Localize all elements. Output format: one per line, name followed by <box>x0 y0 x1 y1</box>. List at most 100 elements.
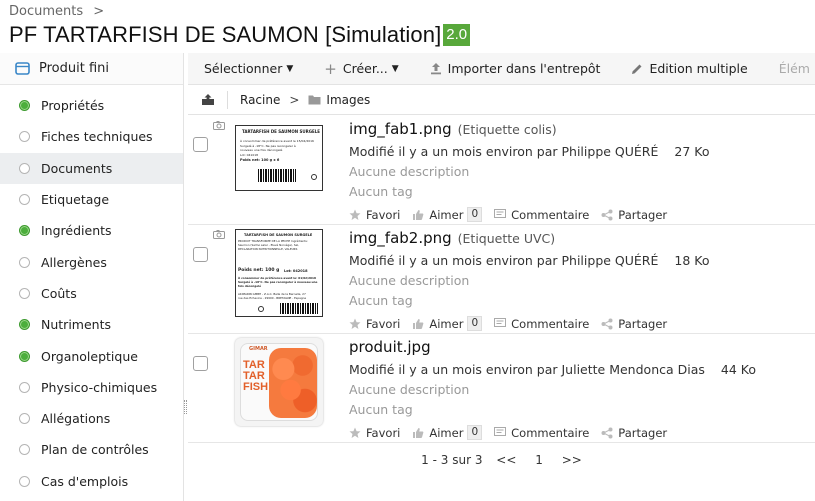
document-row: GIMAR TAR TAR FISH produit.jpg Modifié i… <box>188 334 815 443</box>
import-button[interactable]: Importer dans l'entrepôt <box>414 61 616 76</box>
document-type-tag: (Etiquette UVC) <box>457 231 556 246</box>
favorite-button[interactable]: Favori <box>349 317 400 331</box>
status-pending-icon <box>19 194 30 206</box>
sidebar-resize-handle[interactable] <box>184 400 187 414</box>
document-actions: Favori Aimer 0 Commentaire Partager <box>349 425 679 440</box>
like-button[interactable]: Aimer 0 <box>412 425 483 440</box>
multi-edit-label: Edition multiple <box>649 61 748 76</box>
comment-button[interactable]: Commentaire <box>494 426 589 440</box>
thumbs-up-icon <box>413 209 424 220</box>
document-thumbnail[interactable]: GIMAR TAR TAR FISH <box>235 338 323 426</box>
create-button[interactable]: + Créer... ▼ <box>308 60 413 78</box>
sidebar: Produit fini Propriétés Fiches technique… <box>0 53 184 501</box>
title-row: PF TARTARFISH DE SAUMON [Simulation] 2.0 <box>9 22 471 48</box>
label-text: Poids net: 100 g x 6 <box>240 158 280 162</box>
multi-edit-button[interactable]: Edition multiple <box>615 61 762 76</box>
status-done-icon <box>19 100 30 112</box>
status-done-icon <box>19 350 30 362</box>
sidebar-header: Produit fini <box>0 53 183 85</box>
share-icon <box>601 209 613 220</box>
pagination-page-1[interactable]: 1 <box>535 453 543 467</box>
status-pending-icon <box>19 381 30 393</box>
sidebar-item-couts[interactable]: Coûts <box>0 278 183 309</box>
select-label: Sélectionner <box>204 61 283 76</box>
comment-label: Commentaire <box>511 316 590 331</box>
pagination: 1 - 3 sur 3 << 1 >> <box>188 453 815 473</box>
document-size: 18 Ko <box>674 253 710 268</box>
elements-button[interactable]: Élém <box>763 61 815 76</box>
sidebar-item-allergenes[interactable]: Allergènes <box>0 246 183 277</box>
label-text: À consommer de préférence avant le 15/04… <box>240 139 314 143</box>
upload-icon <box>430 63 441 75</box>
page-header: Documents > PF TARTARFISH DE SAUMON [Sim… <box>0 0 815 52</box>
comment-label: Commentaire <box>511 207 590 222</box>
document-name-link[interactable]: img_fab2.png (Etiquette UVC) <box>349 229 555 247</box>
sidebar-item-organoleptique[interactable]: Organoleptique <box>0 340 183 371</box>
document-thumbnail[interactable]: TARTARFISH DE SAUMON SURGELE PRODUIT TRA… <box>235 229 323 317</box>
share-button[interactable]: Partager <box>601 426 667 440</box>
star-icon <box>349 209 361 220</box>
favorite-button[interactable]: Favori <box>349 426 400 440</box>
sidebar-item-physico-chimiques[interactable]: Physico-chimiques <box>0 372 183 403</box>
document-thumbnail[interactable]: TARTARFISH DE SAUMON SURGELE À consommer… <box>235 125 323 191</box>
label-text: DECLARATION NUTRITIONNELLE, VALEURS <box>238 247 298 251</box>
sidebar-header-label: Produit fini <box>39 61 109 76</box>
pagination-prev-button[interactable]: << <box>496 453 516 467</box>
folder-up-icon <box>201 93 214 105</box>
camera-icon <box>213 230 225 239</box>
sidebar-item-cas-d-emplois[interactable]: Cas d'emplois <box>0 466 183 497</box>
star-icon <box>349 318 361 329</box>
share-button[interactable]: Partager <box>601 208 667 222</box>
product-name: TAR TAR FISH <box>243 360 268 393</box>
document-name-link[interactable]: produit.jpg <box>349 338 437 356</box>
document-name-link[interactable]: img_fab1.png (Etiquette colis) <box>349 120 557 138</box>
select-button[interactable]: Sélectionner ▼ <box>188 61 308 76</box>
folder-up-button[interactable] <box>188 90 228 109</box>
label-heading: TARTARFISH DE SAUMON SURGELE <box>242 129 321 134</box>
label-weight: Poids net: 100 g <box>238 268 280 273</box>
sidebar-nav: Propriétés Fiches techniques Documents E… <box>0 85 183 497</box>
breadcrumb-documents-link[interactable]: Documents <box>9 4 83 19</box>
path-bar: Racine > Images <box>188 85 815 115</box>
breadcrumb-separator: > <box>93 4 105 19</box>
create-label: Créer... <box>342 61 388 76</box>
path-current-folder[interactable]: Images <box>308 93 370 107</box>
status-done-icon <box>19 319 30 331</box>
sidebar-item-label: Cas d'emplois <box>41 473 129 489</box>
status-pending-icon <box>19 475 30 487</box>
comment-label: Commentaire <box>511 425 590 440</box>
star-icon <box>349 427 361 438</box>
elements-label: Élém <box>778 61 810 76</box>
like-label: Aimer <box>429 207 464 222</box>
row-checkbox[interactable] <box>193 137 208 152</box>
sidebar-item-fiches-techniques[interactable]: Fiches techniques <box>0 121 183 152</box>
caret-down-icon: ▼ <box>286 63 294 74</box>
folder-icon <box>308 95 321 105</box>
like-label: Aimer <box>429 316 464 331</box>
sidebar-item-nutriments[interactable]: Nutriments <box>0 309 183 340</box>
favorite-button[interactable]: Favori <box>349 208 400 222</box>
sidebar-item-label: Allégations <box>41 411 111 427</box>
path-root-link[interactable]: Racine <box>240 93 280 107</box>
sidebar-item-plan-de-controles[interactable]: Plan de contrôles <box>0 434 183 465</box>
comment-button[interactable]: Commentaire <box>494 317 589 331</box>
sidebar-item-ingredients[interactable]: Ingrédients <box>0 215 183 246</box>
status-pending-icon <box>19 287 30 299</box>
share-button[interactable]: Partager <box>601 317 667 331</box>
document-description: Aucune description <box>349 382 470 397</box>
sidebar-item-documents[interactable]: Documents <box>0 152 183 184</box>
like-button[interactable]: Aimer 0 <box>412 316 483 331</box>
comment-icon <box>494 427 507 436</box>
document-meta: Modifié il y a un mois environ par Phili… <box>349 253 710 268</box>
row-checkbox[interactable] <box>193 247 208 262</box>
document-meta: Modifié il y a un mois environ par Julie… <box>349 362 756 377</box>
sidebar-item-proprietes[interactable]: Propriétés <box>0 90 183 121</box>
row-checkbox[interactable] <box>193 356 208 371</box>
label-lot: Lot: 042018 <box>284 269 308 273</box>
sidebar-item-etiquetage[interactable]: Etiquetage <box>0 184 183 215</box>
like-button[interactable]: Aimer 0 <box>412 207 483 222</box>
favorite-label: Favori <box>366 207 401 222</box>
comment-button[interactable]: Commentaire <box>494 208 589 222</box>
pagination-next-button[interactable]: >> <box>562 453 582 467</box>
sidebar-item-allegations[interactable]: Allégations <box>0 403 183 434</box>
